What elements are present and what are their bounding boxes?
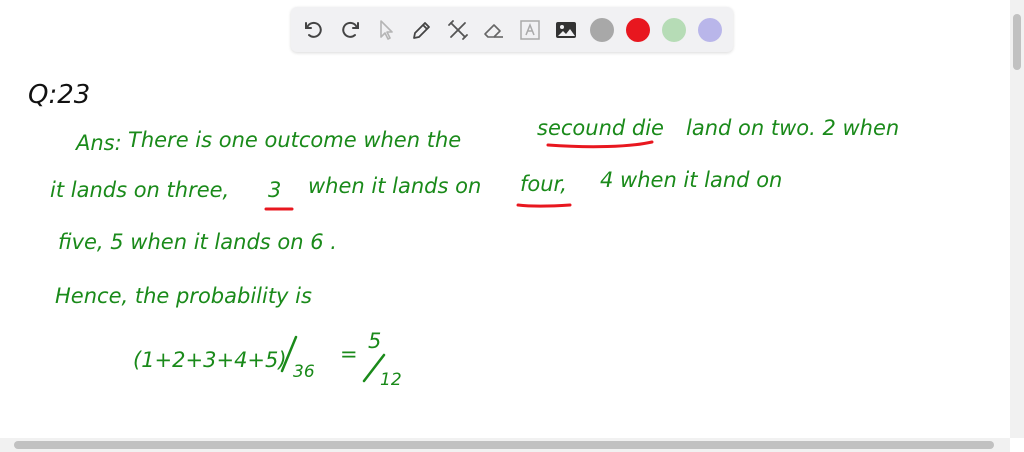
- vertical-scroll-thumb[interactable]: [1013, 14, 1021, 70]
- drawing-toolbar: [291, 7, 733, 52]
- result-numerator: 5: [368, 329, 381, 353]
- tools-icon[interactable]: [445, 17, 471, 43]
- result-denominator: 12: [380, 370, 402, 390]
- image-icon[interactable]: [553, 17, 579, 43]
- eraser-icon[interactable]: [481, 17, 507, 43]
- underline-secound-die: [546, 140, 654, 149]
- line1-underlined-text: secound die: [537, 116, 664, 140]
- color-swatch-lavender[interactable]: [698, 18, 722, 42]
- line2a-text: it lands on three,: [50, 178, 229, 202]
- text-icon[interactable]: [517, 17, 543, 43]
- horizontal-scroll-thumb[interactable]: [14, 441, 994, 449]
- line2-underlined-3: 3: [268, 178, 281, 202]
- color-swatch-green[interactable]: [662, 18, 686, 42]
- color-swatch-gray[interactable]: [590, 18, 614, 42]
- undo-icon[interactable]: [301, 17, 327, 43]
- pen-icon[interactable]: [409, 17, 435, 43]
- color-swatch-red[interactable]: [626, 18, 650, 42]
- underline-four: [516, 203, 572, 208]
- line1-end-text: land on two. 2 when: [686, 116, 899, 140]
- line2-underlined-four: four,: [520, 172, 567, 196]
- question-label: Q:23: [28, 80, 90, 110]
- handwritten-notes: Q:23 Ans: There is one outcome when the …: [28, 80, 899, 390]
- line2c-text: 4 when it land on: [600, 168, 782, 192]
- formula-denominator: 36: [293, 362, 315, 382]
- answer-label: Ans:: [74, 131, 122, 155]
- line3-text: five, 5 when it lands on 6 .: [58, 230, 337, 254]
- line4-text: Hence, the probability is: [55, 284, 312, 308]
- select-cursor-icon[interactable]: [373, 17, 399, 43]
- redo-icon[interactable]: [337, 17, 363, 43]
- formula-numerator: (1+2+3+4+5): [133, 348, 287, 372]
- equals-sign: =: [340, 342, 358, 366]
- vertical-scrollbar[interactable]: [1010, 0, 1024, 438]
- horizontal-scrollbar[interactable]: [0, 438, 1010, 452]
- line2b-text: when it lands on: [308, 174, 481, 198]
- line1-text: There is one outcome when the: [128, 128, 461, 152]
- whiteboard-canvas[interactable]: Q:23 Ans: There is one outcome when the …: [0, 55, 1010, 440]
